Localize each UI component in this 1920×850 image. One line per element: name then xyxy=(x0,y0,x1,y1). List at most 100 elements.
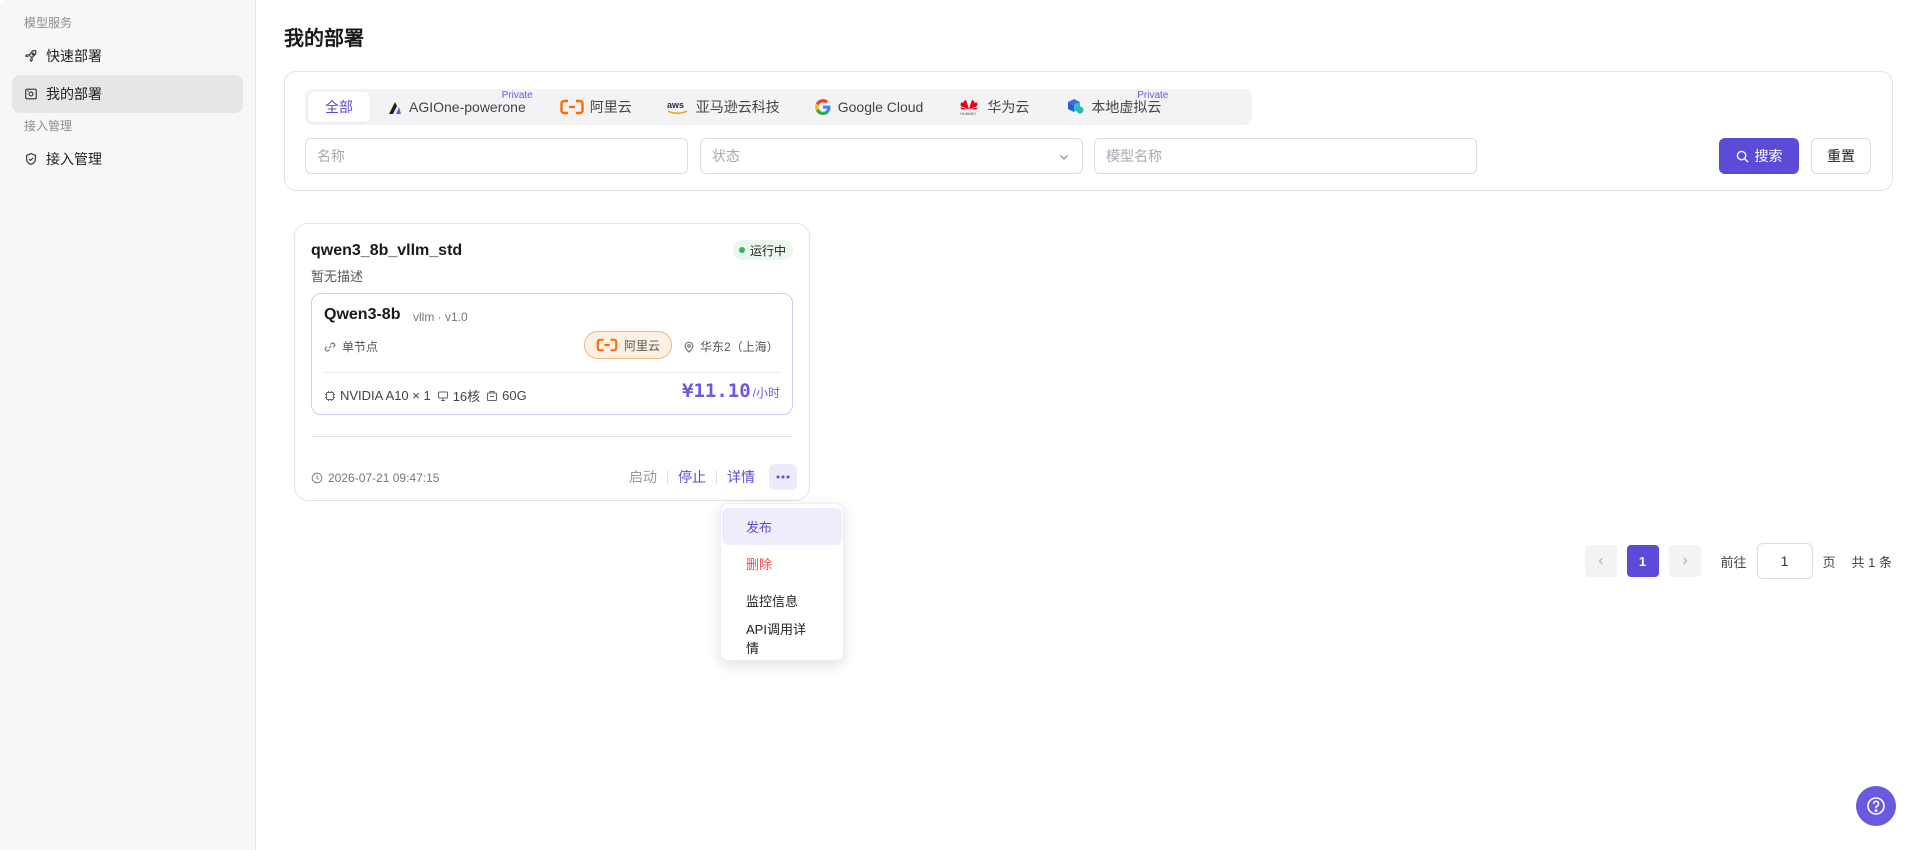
status-text: 运行中 xyxy=(749,243,786,258)
sidebar-item-label: 快速部署 xyxy=(46,48,102,64)
detail-button[interactable]: 详情 xyxy=(717,467,765,487)
deploy-icon xyxy=(25,88,37,100)
gpu-text: NVIDIA A10 × 1 xyxy=(340,388,431,403)
huawei-logo-icon: HUAWEI xyxy=(960,100,978,116)
tab-label: 全部 xyxy=(325,99,353,115)
tab-aws[interactable]: aws 亚马逊云科技 xyxy=(649,92,797,122)
prev-page-button[interactable] xyxy=(1584,545,1617,577)
reset-button-label: 重置 xyxy=(1827,148,1855,164)
tab-aliyun[interactable]: 阿里云 xyxy=(543,92,649,122)
card-actions: 启动 停止 详情 xyxy=(619,464,797,490)
search-button-label: 搜索 xyxy=(1754,148,1783,164)
page-title: 我的部署 xyxy=(284,28,364,50)
deployment-card: qwen3_8b_vllm_std 暂无描述 运行中 Qwen3-8b vllm… xyxy=(294,223,810,501)
sidebar: 模型服务 快速部署 我的部署 接入管理 接入管理 xyxy=(0,0,256,850)
chevron-left-icon xyxy=(1598,557,1603,565)
menu-item-api-details[interactable]: API调用详情 xyxy=(722,619,842,656)
google-logo-icon xyxy=(814,99,831,115)
status-dot xyxy=(738,247,745,253)
model-name-input[interactable] xyxy=(1106,148,1465,164)
tab-label: AGIOne-powerone xyxy=(409,99,526,115)
page-suffix: 页 xyxy=(1822,554,1836,570)
status-select[interactable] xyxy=(700,138,1083,174)
provider-badge: 阿里云 xyxy=(584,331,673,359)
chip-icon xyxy=(325,390,335,401)
sidebar-item-access-management[interactable]: 接入管理 xyxy=(12,140,243,178)
svg-text:HUAWEI: HUAWEI xyxy=(960,111,976,116)
provider-name: 阿里云 xyxy=(624,338,661,353)
divider xyxy=(311,436,793,437)
menu-item-monitoring[interactable]: 监控信息 xyxy=(722,582,842,619)
region-text: 华东2（上海） xyxy=(700,340,779,354)
chevron-down-icon xyxy=(1060,155,1068,160)
tab-label: 亚马逊云科技 xyxy=(695,99,780,115)
created-time-text: 2026-07-21 09:47:15 xyxy=(328,471,440,485)
sidebar-item-quick-deploy[interactable]: 快速部署 xyxy=(12,37,243,75)
divider xyxy=(324,372,780,373)
status-badge: 运行中 xyxy=(732,240,793,260)
next-page-button[interactable] xyxy=(1668,545,1701,577)
region: 华东2（上海） xyxy=(683,338,779,355)
main-content: 我的部署 全部 AGIOne-powerone Private 阿里云 aws … xyxy=(256,0,1920,850)
status-input[interactable] xyxy=(712,148,1071,164)
sidebar-section-access: 接入管理 xyxy=(24,119,73,133)
menu-item-publish[interactable]: 发布 xyxy=(722,508,842,545)
aliyun-logo-icon xyxy=(560,99,584,115)
more-actions-button[interactable] xyxy=(769,464,797,490)
search-icon xyxy=(1736,150,1749,163)
created-time: 2026-07-21 09:47:15 xyxy=(311,471,439,485)
goto-page-input[interactable] xyxy=(1756,543,1813,579)
model-name-field xyxy=(1094,138,1477,174)
memory-spec: 60G xyxy=(486,388,527,403)
tab-google-cloud[interactable]: Google Cloud xyxy=(797,92,941,122)
pagination: 1 前往 页 共 1 条 xyxy=(1584,543,1892,579)
model-name: Qwen3-8b xyxy=(324,306,401,323)
sidebar-section-model-service: 模型服务 xyxy=(24,16,73,30)
sidebar-item-label: 我的部署 xyxy=(46,86,102,102)
help-button[interactable] xyxy=(1856,786,1896,826)
location-pin-icon xyxy=(684,341,694,353)
agione-logo-icon xyxy=(389,102,401,114)
chevron-right-icon xyxy=(1682,557,1687,565)
sidebar-item-my-deploy[interactable]: 我的部署 xyxy=(12,75,243,113)
gpu-spec: NVIDIA A10 × 1 xyxy=(324,388,431,403)
model-meta: vllm · v1.0 xyxy=(413,310,468,324)
name-input[interactable] xyxy=(317,148,676,164)
deployment-name: qwen3_8b_vllm_std xyxy=(311,242,463,259)
tab-label: Google Cloud xyxy=(837,99,924,115)
page-number[interactable]: 1 xyxy=(1626,545,1659,577)
tab-local-cloud[interactable]: 本地虚拟云 Private xyxy=(1046,90,1178,122)
reset-button[interactable]: 重置 xyxy=(1811,138,1871,174)
filter-panel: 全部 AGIOne-powerone Private 阿里云 aws 亚马逊云科… xyxy=(284,71,1893,191)
search-button[interactable]: 搜索 xyxy=(1719,138,1799,174)
node-type-text: 单节点 xyxy=(342,340,379,354)
resource-specs: NVIDIA A10 × 1 16核 60G xyxy=(324,386,527,405)
cpu-text: 16核 xyxy=(452,389,481,404)
tab-huawei[interactable]: HUAWEI 华为云 xyxy=(940,92,1046,122)
start-button[interactable]: 启动 xyxy=(619,467,667,487)
memory-text: 60G xyxy=(502,388,527,403)
deployment-description: 暂无描述 xyxy=(311,269,364,284)
price-value: ¥11.10 xyxy=(682,380,751,402)
sidebar-item-label: 接入管理 xyxy=(46,151,102,167)
name-field xyxy=(305,138,688,174)
model-info-box: Qwen3-8b vllm · v1.0 单节点 阿里云 华东2（上海） NVI… xyxy=(311,293,793,415)
provider-tabs: 全部 AGIOne-powerone Private 阿里云 aws 亚马逊云科… xyxy=(305,89,1252,125)
stop-button[interactable]: 停止 xyxy=(668,467,716,487)
more-dots-icon xyxy=(776,475,790,479)
tab-all[interactable]: 全部 xyxy=(308,92,370,122)
tab-label: 华为云 xyxy=(987,99,1030,115)
tab-agione[interactable]: AGIOne-powerone Private xyxy=(370,90,543,122)
local-cloud-logo-icon xyxy=(1068,99,1084,114)
aliyun-logo-icon xyxy=(596,338,618,352)
cpu-spec: 16核 xyxy=(437,386,480,405)
link-icon xyxy=(324,342,336,351)
rocket-icon xyxy=(24,50,37,63)
clock-icon xyxy=(311,472,323,484)
menu-item-delete[interactable]: 删除 xyxy=(722,545,842,582)
more-actions-menu: 发布 删除 监控信息 API调用详情 xyxy=(720,503,844,661)
memory-icon xyxy=(487,390,498,401)
total-count: 共 1 条 xyxy=(1851,554,1892,570)
price: ¥11.10 /小时 xyxy=(682,380,780,402)
node-type: 单节点 xyxy=(324,338,378,355)
